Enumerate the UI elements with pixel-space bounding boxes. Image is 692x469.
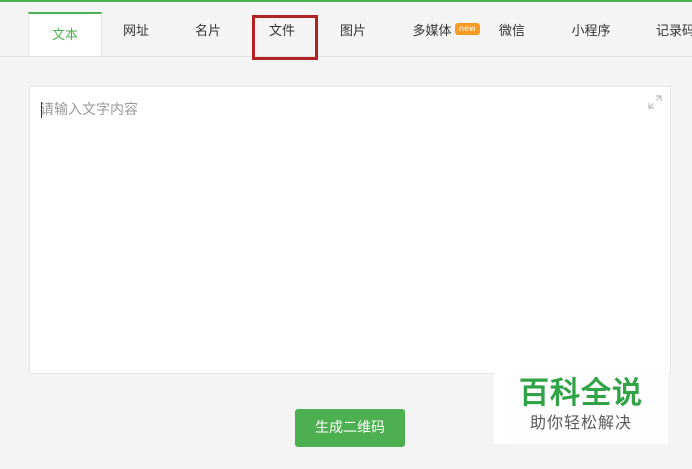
tab-mini-program[interactable]: 小程序 — [558, 10, 624, 54]
text-editor-box — [29, 86, 671, 374]
qr-generator-page: 文本 网址 名片 文件 图片 多媒体 new 微信 小程序 记录码 生成二维码 … — [0, 0, 692, 469]
tab-wechat[interactable]: 微信 — [482, 10, 542, 54]
tab-record-code-label: 记录码 — [656, 24, 692, 39]
tab-business-card-label: 名片 — [194, 24, 221, 39]
tab-record-code[interactable]: 记录码 — [640, 10, 692, 54]
watermark-title: 百科全说 — [519, 376, 643, 411]
tab-url-label: 网址 — [122, 24, 149, 39]
tab-image[interactable]: 图片 — [323, 10, 383, 54]
tab-image-label: 图片 — [339, 24, 366, 39]
new-badge: new — [455, 23, 480, 35]
tab-file-label: 文件 — [268, 24, 295, 39]
tab-url[interactable]: 网址 — [106, 10, 166, 54]
tab-mini-program-label: 小程序 — [571, 24, 611, 39]
tab-multimedia-label: 多媒体 — [412, 24, 452, 39]
text-caret — [41, 102, 42, 118]
generate-qr-button[interactable]: 生成二维码 — [295, 409, 405, 447]
tab-wechat-label: 微信 — [498, 24, 525, 39]
watermark-subtitle: 助你轻松解决 — [529, 413, 632, 432]
tab-bar-divider — [0, 56, 692, 57]
tab-file[interactable]: 文件 — [252, 10, 312, 54]
tab-text-label: 文本 — [51, 28, 78, 43]
tab-business-card[interactable]: 名片 — [178, 10, 238, 54]
tab-text[interactable]: 文本 — [28, 12, 102, 56]
text-content-input[interactable] — [30, 87, 670, 373]
expand-icon[interactable] — [648, 95, 662, 109]
watermark-logo: 百科全说 助你轻松解决 — [494, 372, 668, 444]
